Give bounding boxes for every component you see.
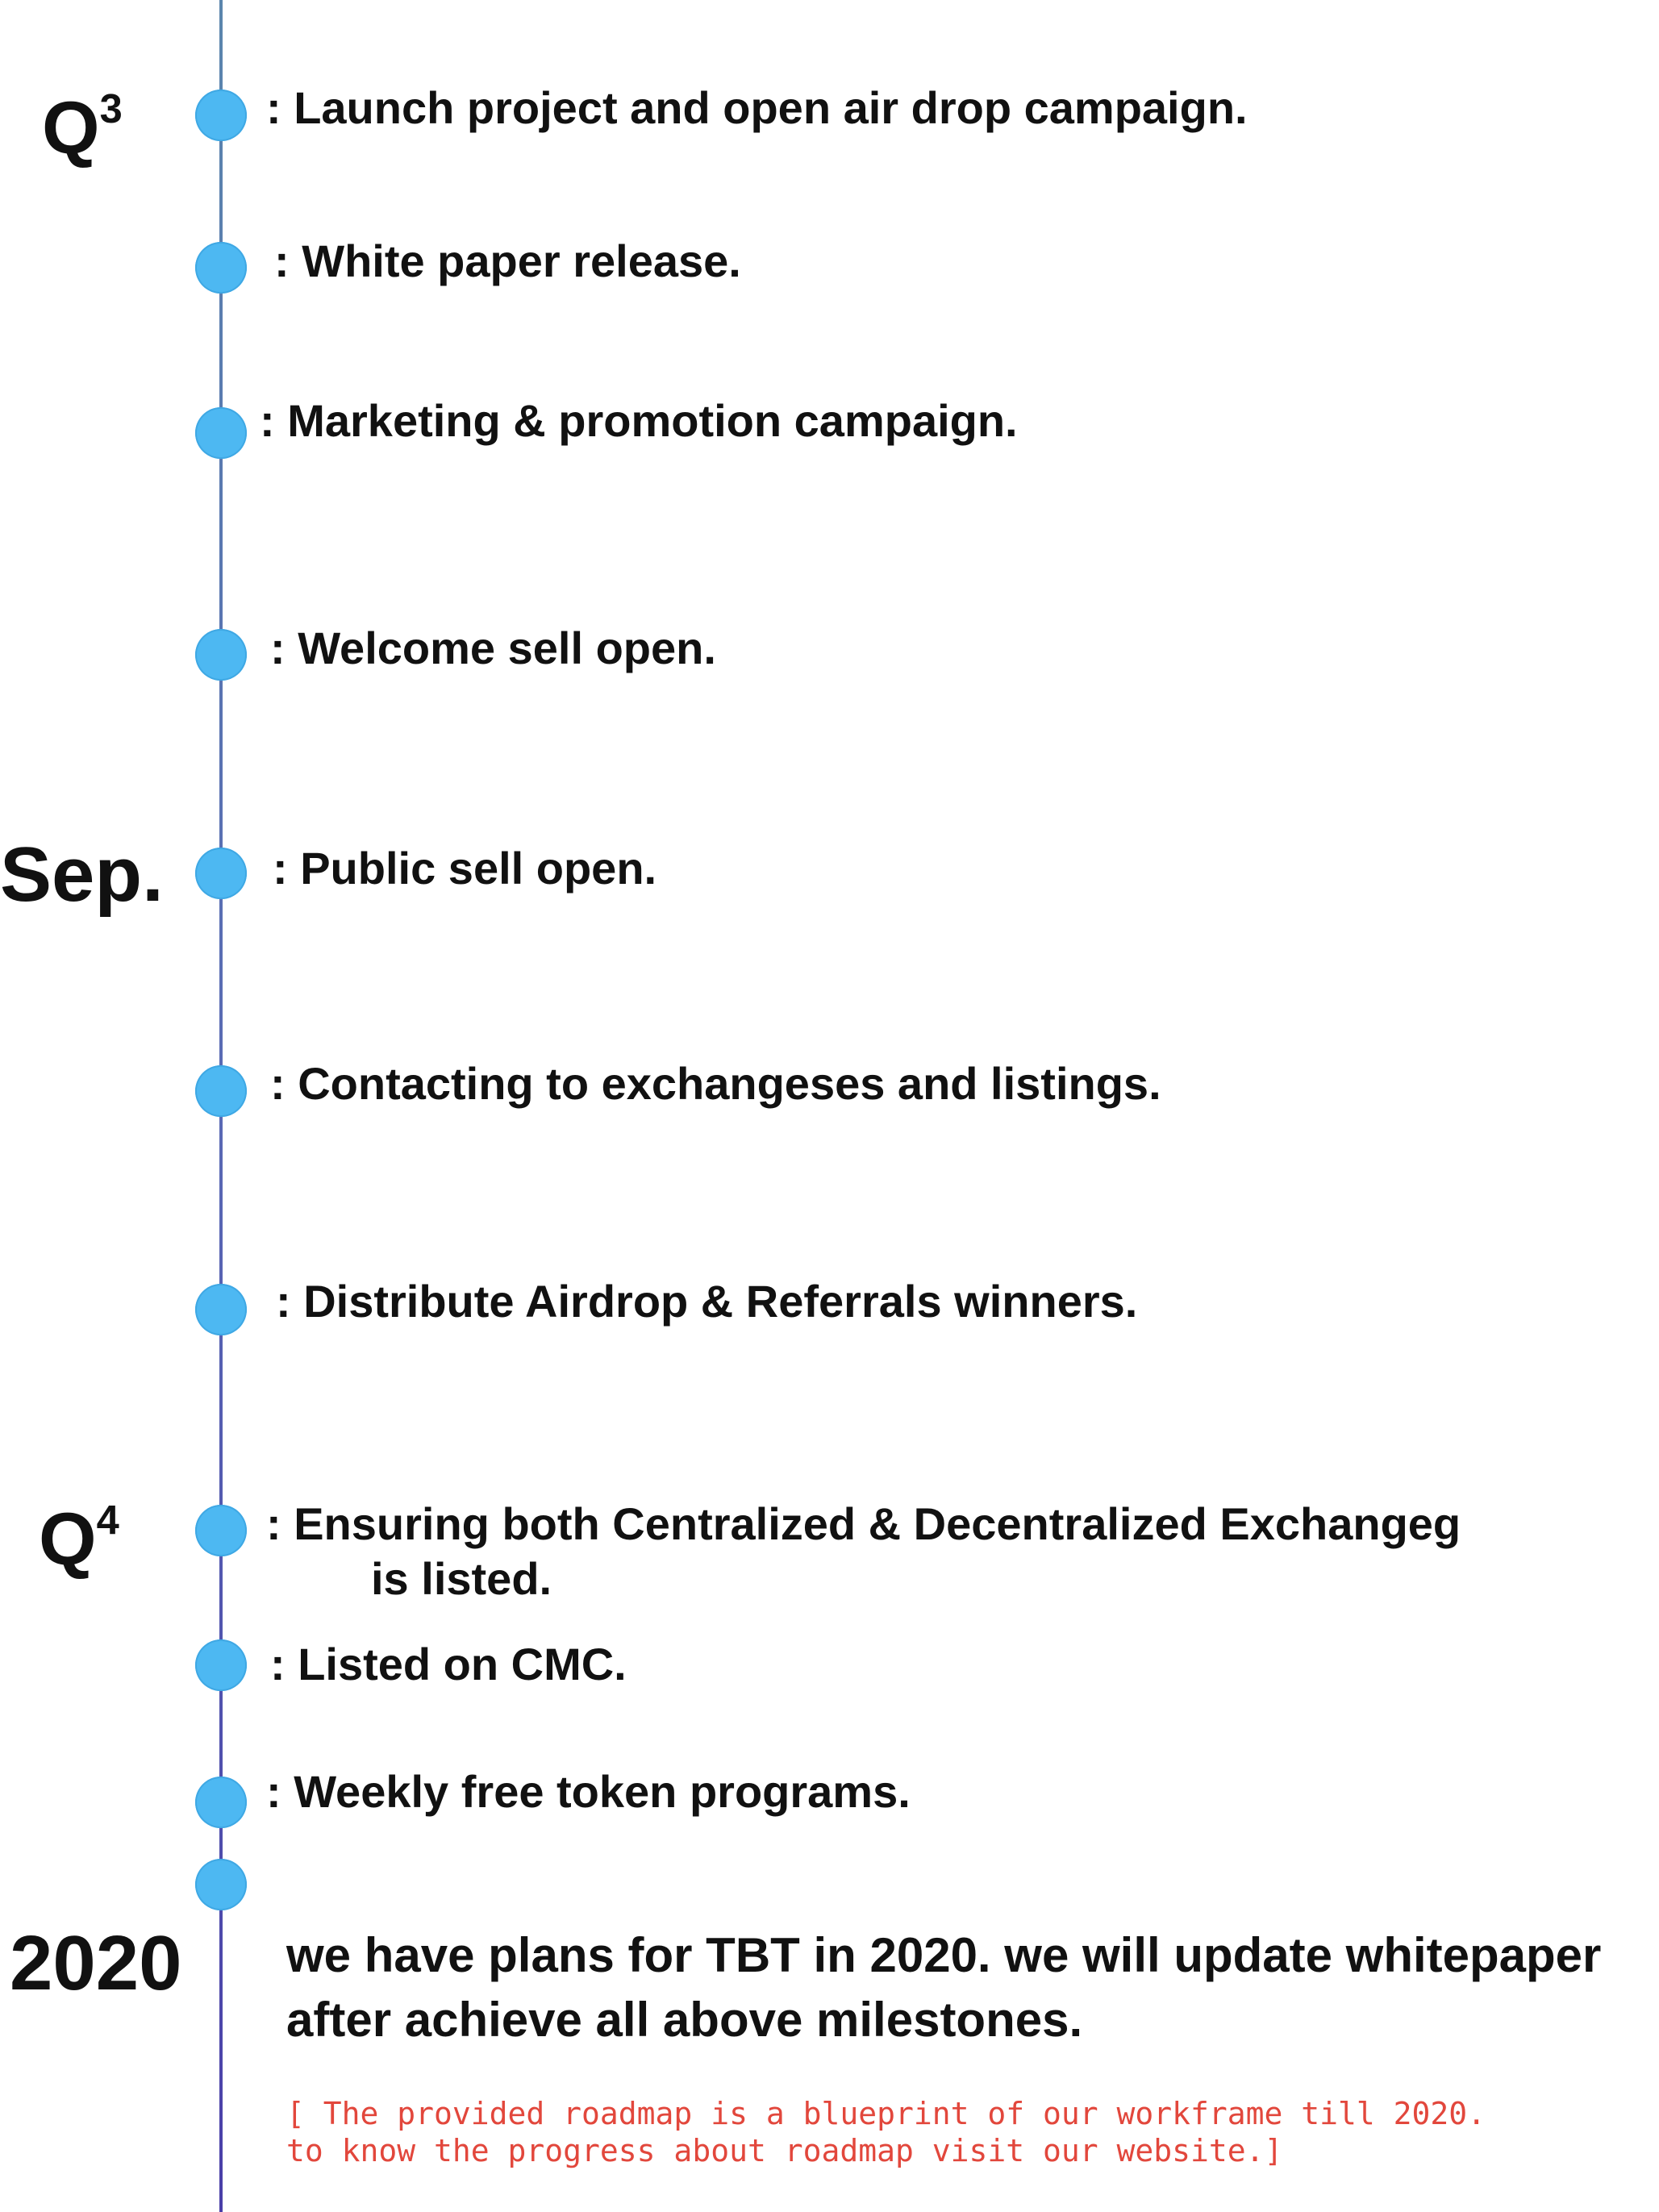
milestone-text: : Launch project and open air drop campa… <box>266 82 1248 133</box>
roadmap-note: [ The provided roadmap is a blueprint of… <box>286 2095 1486 2170</box>
milestone-welcome-sell: : Welcome sell open. <box>270 621 716 676</box>
period-label-q3: Q3 <box>42 85 123 171</box>
roadmap-note-line: [ The provided roadmap is a blueprint of… <box>286 2096 1486 2131</box>
milestone-text: : White paper release. <box>274 235 741 286</box>
plan-2020-line: after achieve all above milestones. <box>286 1992 1083 2047</box>
milestone-text: : Marketing & promotion campaign. <box>260 395 1018 446</box>
milestone-dot <box>195 1065 247 1117</box>
period-label-q4: Q4 <box>39 1496 119 1582</box>
milestone-white-paper: : White paper release. <box>274 234 741 289</box>
milestone-dot <box>195 629 247 681</box>
roadmap-note-line: to know the progress about roadmap visit… <box>286 2133 1283 2169</box>
period-q3-letter: Q <box>42 86 100 169</box>
plan-2020-line: we have plans for TBT in 2020. we will u… <box>286 1928 1602 1982</box>
period-q4-sup: 4 <box>96 1497 119 1543</box>
milestone-text: : Listed on CMC. <box>270 1639 627 1689</box>
period-q3-sup: 3 <box>99 85 123 131</box>
milestone-text: : Contacting to exchangeses and listings… <box>270 1058 1161 1109</box>
milestone-dot <box>195 242 247 294</box>
milestone-dot <box>195 1505 247 1556</box>
milestone-launch-project: : Launch project and open air drop campa… <box>266 81 1248 135</box>
milestone-text-continued: is listed. <box>371 1553 552 1605</box>
period-label-sep: Sep. <box>0 831 164 919</box>
milestone-text: : Distribute Airdrop & Referrals winners… <box>276 1276 1138 1327</box>
milestone-dot <box>195 848 247 899</box>
plan-2020-text: we have plans for TBT in 2020. we will u… <box>286 1923 1601 2052</box>
milestone-ensuring-exchanges: : Ensuring both Centralized & Decentrali… <box>266 1497 1461 1607</box>
period-label-2020: 2020 <box>10 1919 182 2008</box>
period-2020-text: 2020 <box>10 1920 182 2006</box>
milestone-text: : Public sell open. <box>273 843 657 894</box>
milestone-marketing: : Marketing & promotion campaign. <box>260 394 1018 448</box>
milestone-public-sell: : Public sell open. <box>273 841 657 896</box>
milestone-dot <box>195 1777 247 1828</box>
milestone-dot <box>195 1639 247 1691</box>
milestone-distribute-airdrop: : Distribute Airdrop & Referrals winners… <box>276 1274 1137 1329</box>
milestone-contacting-exchanges: : Contacting to exchangeses and listings… <box>270 1056 1161 1111</box>
milestone-text: : Welcome sell open. <box>270 623 716 673</box>
milestone-dot <box>195 407 247 459</box>
period-q4-letter: Q <box>39 1498 97 1581</box>
milestone-weekly-free-token: : Weekly free token programs. <box>266 1764 911 1819</box>
milestone-listed-cmc: : Listed on CMC. <box>270 1637 627 1692</box>
milestone-text: : Weekly free token programs. <box>266 1766 911 1817</box>
milestone-dot <box>195 1284 247 1335</box>
milestone-dot <box>195 90 247 141</box>
period-sep-text: Sep. <box>0 831 164 918</box>
milestone-text: : Ensuring both Centralized & Decentrali… <box>266 1498 1461 1549</box>
milestone-dot <box>195 1859 247 1910</box>
